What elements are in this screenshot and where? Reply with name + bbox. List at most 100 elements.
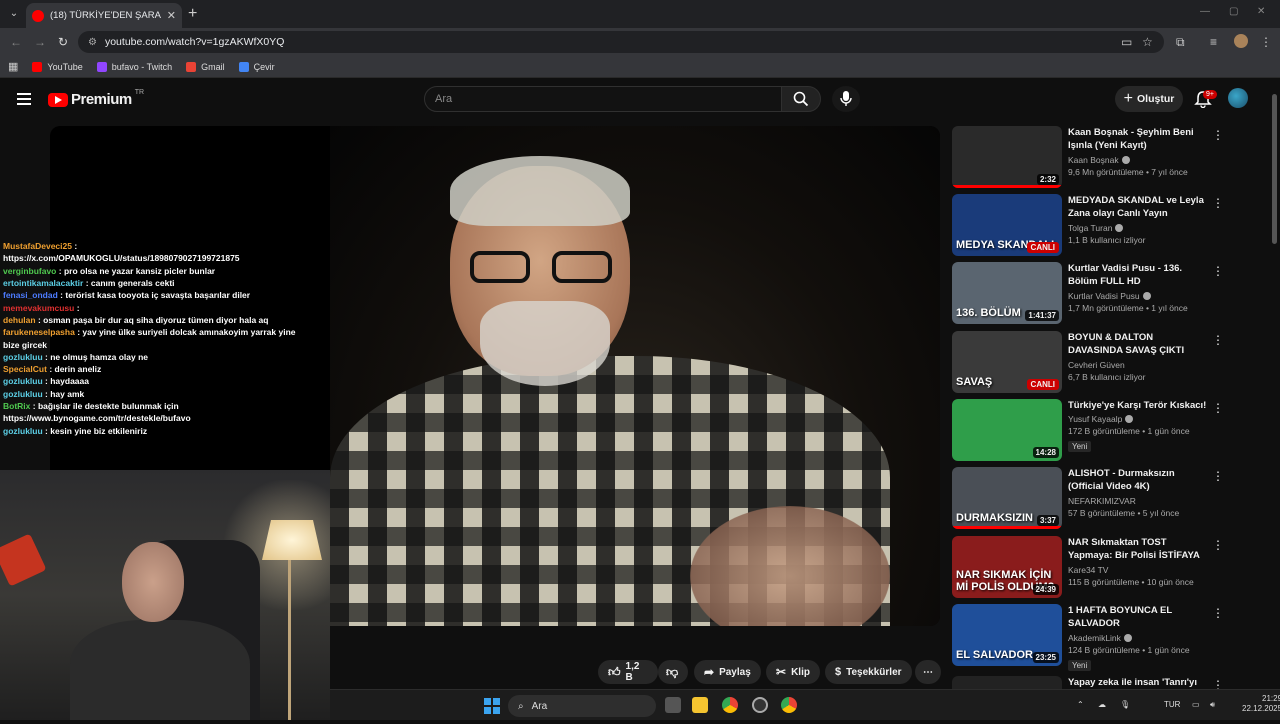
create-button[interactable]: + Oluştur	[1115, 86, 1183, 112]
new-tab-icon[interactable]: +	[188, 5, 197, 23]
recommendation-title[interactable]: Kurtlar Vadisi Pusu - 136. Bölüm FULL HD	[1068, 262, 1208, 289]
extensions-icon[interactable]: ⧉	[1176, 35, 1185, 50]
recommendation-card[interactable]: 14:28 Türkiye'ye Karşı Terör Kıskacı! Yusu…	[952, 399, 1264, 463]
taskbar-search[interactable]: ⌕ Ara	[508, 695, 656, 717]
tray-chevron-icon[interactable]: ⌃	[1077, 700, 1084, 709]
reading-list-icon[interactable]: ≡	[1210, 35, 1217, 49]
chat-username[interactable]: BotRix	[3, 401, 30, 411]
chrome-icon[interactable]	[722, 697, 738, 713]
video-thumbnail[interactable]: SAVAŞ CANLI	[952, 331, 1062, 393]
site-info-icon[interactable]: ⚙	[88, 37, 97, 48]
more-options-icon[interactable]: ⋮	[1212, 401, 1224, 415]
reload-icon[interactable]: ↻	[58, 35, 68, 49]
recommendation-card[interactable]: NAR SIKMAK İÇİN Mİ POLİS OLDUM? 24:39 NAR …	[952, 536, 1264, 600]
hamburger-menu-icon[interactable]	[17, 93, 31, 105]
like-button[interactable]: 👍︎ 1,2 B	[598, 660, 658, 684]
video-thumbnail[interactable]: 136. BÖLÜM 1:41:37	[952, 262, 1062, 324]
omnibox[interactable]: ⚙ youtube.com/watch?v=1gzAKWfX0YQ	[78, 31, 1164, 53]
channel-name[interactable]: AkademikLink	[1068, 633, 1121, 643]
steam-icon[interactable]	[752, 697, 768, 713]
minimize-icon[interactable]: —	[1200, 6, 1210, 17]
voice-search-button[interactable]	[832, 86, 860, 112]
apps-grid-icon[interactable]: ▦	[8, 60, 18, 73]
search-input[interactable]	[435, 93, 781, 105]
chat-username[interactable]: gozlukluu	[3, 352, 43, 362]
forward-icon[interactable]: →	[34, 35, 46, 49]
channel-name[interactable]: Cevheri Güven	[1068, 360, 1125, 370]
recommendation-card[interactable]: 136. BÖLÜM 1:41:37 Kurtlar Vadisi Pusu - 1…	[952, 262, 1264, 326]
onedrive-icon[interactable]: ☁	[1098, 700, 1106, 709]
scrollbar-thumb[interactable]	[1272, 94, 1277, 244]
recommendation-card[interactable]: EL SALVADOR 23:25 1 HAFTA BOYUNCA EL SALVA…	[952, 604, 1264, 671]
more-options-icon[interactable]: ⋮	[1212, 264, 1224, 278]
channel-name[interactable]: Yusuf Kayaalp	[1068, 414, 1122, 424]
browser-tab-active[interactable]: (18) TÜRKİYE'DEN ŞARA'YA SON ✕	[26, 3, 182, 28]
more-options-icon[interactable]: ⋮	[1212, 469, 1224, 483]
video-thumbnail[interactable]: YAPAY ZEKA	[952, 676, 1062, 689]
recommendation-card[interactable]: DURMAKSIZIN 3:37 ALISHOT - Durmaksızın (Of…	[952, 467, 1264, 531]
input-language[interactable]: TUR	[1164, 700, 1180, 709]
cast-icon[interactable]: ▭	[1121, 35, 1132, 49]
dislike-button[interactable]: 👎︎	[658, 660, 688, 684]
more-options-icon[interactable]: ⋮	[1212, 606, 1224, 620]
bookmark-twitch[interactable]: bufavo - Twitch	[96, 61, 172, 72]
chrome-menu-icon[interactable]: ⋮	[1260, 35, 1272, 49]
recommendation-card[interactable]: MEDYA SKANDALI CANLI MEDYADA SKANDAL ve Le…	[952, 194, 1264, 258]
chat-username[interactable]: MustafaDeveci25	[3, 241, 72, 251]
tab-close-icon[interactable]: ✕	[167, 9, 176, 22]
more-actions-button[interactable]: ⋯	[915, 660, 941, 684]
bookmark-translate[interactable]: Çevir	[238, 61, 275, 72]
mic-tray-icon[interactable]: 🎙︎	[1120, 700, 1130, 709]
recommendation-title[interactable]: MEDYADA SKANDAL ve Leyla Zana olayı Canl…	[1068, 194, 1208, 221]
bookmark-gmail[interactable]: Gmail	[186, 61, 225, 72]
chrome-profile-avatar[interactable]	[1234, 34, 1248, 48]
clip-button[interactable]: ✂ Klip	[766, 660, 820, 684]
chat-username[interactable]: gozlukluu	[3, 426, 43, 436]
share-button[interactable]: ➦ Paylaş	[694, 660, 761, 684]
channel-name[interactable]: Kaan Boşnak	[1068, 155, 1119, 165]
more-options-icon[interactable]: ⋮	[1212, 538, 1224, 552]
chat-username[interactable]: gozlukluu	[3, 376, 43, 386]
recommendation-title[interactable]: ALISHOT - Durmaksızın (Official Video 4K…	[1068, 467, 1208, 494]
chat-username[interactable]: ertointikamalacaktir	[3, 278, 83, 288]
maximize-icon[interactable]: ▢	[1229, 6, 1238, 17]
chat-username[interactable]: memevakumcusu	[3, 303, 74, 313]
recommendation-card[interactable]: YAPAY ZEKA Yapay zeka ile insan 'Tanrı'yı…	[952, 676, 1264, 689]
video-thumbnail[interactable]: MEDYA SKANDALI CANLI	[952, 194, 1062, 256]
recommendation-title[interactable]: 1 HAFTA BOYUNCA EL SALVADOR TELEVİZYONLA…	[1068, 604, 1208, 631]
recommendation-title[interactable]: NAR Sıkmaktan TOST Yapmaya: Bir Polisi İ…	[1068, 536, 1208, 563]
task-view-icon[interactable]	[665, 697, 681, 713]
recommendation-card[interactable]: SAVAŞ CANLI BOYUN & DALTON DAVASINDA SAVAŞ…	[952, 331, 1264, 395]
more-options-icon[interactable]: ⋮	[1212, 678, 1224, 689]
channel-name[interactable]: NEFARKIMIZVAR	[1068, 496, 1136, 506]
chat-username[interactable]: farukeneselpasha	[3, 327, 75, 337]
video-thumbnail[interactable]: 2:32	[952, 126, 1062, 188]
video-thumbnail[interactable]: EL SALVADOR 23:25	[952, 604, 1062, 666]
search-button[interactable]	[781, 86, 821, 112]
back-icon[interactable]: ←	[10, 35, 22, 49]
youtube-premium-logo[interactable]: Premium TR	[48, 89, 144, 108]
recommendation-card[interactable]: 2:32 Kaan Boşnak - Şeyhim Beni Işınla (Ye…	[952, 126, 1264, 190]
chat-username[interactable]: dehulan	[3, 315, 36, 325]
more-options-icon[interactable]: ⋮	[1212, 196, 1224, 210]
thanks-button[interactable]: $ Teşekkürler	[825, 660, 912, 684]
video-thumbnail[interactable]: 14:28	[952, 399, 1062, 461]
network-icon[interactable]: ▭	[1192, 700, 1200, 709]
chat-username[interactable]: SpecialCut	[3, 364, 47, 374]
video-thumbnail[interactable]: DURMAKSIZIN 3:37	[952, 467, 1062, 529]
recommendation-title[interactable]: BOYUN & DALTON DAVASINDA SAVAŞ ÇIKTI	[1068, 331, 1208, 358]
bookmark-youtube[interactable]: YouTube	[32, 61, 83, 72]
tab-search-chevron-icon[interactable]: ⌄	[6, 6, 22, 22]
file-explorer-icon[interactable]	[692, 697, 708, 713]
more-options-icon[interactable]: ⋮	[1212, 333, 1224, 347]
recommendation-title[interactable]: Yapay zeka ile insan 'Tanrı'yı mı	[1068, 676, 1208, 689]
chat-username[interactable]: fenasi_ondad	[3, 290, 58, 300]
volume-icon[interactable]: 🔊︎	[1210, 700, 1215, 710]
recommendation-title[interactable]: Kaan Boşnak - Şeyhim Beni Işınla (Yeni K…	[1068, 126, 1208, 153]
chat-username[interactable]: verginbufavo	[3, 266, 56, 276]
system-clock[interactable]: 21:29 22.12.2025	[1242, 694, 1280, 715]
channel-name[interactable]: Kare34 TV	[1068, 565, 1108, 575]
chrome-icon-2[interactable]	[781, 697, 797, 713]
account-avatar[interactable]	[1228, 88, 1248, 108]
channel-name[interactable]: Tolga Turan	[1068, 223, 1112, 233]
